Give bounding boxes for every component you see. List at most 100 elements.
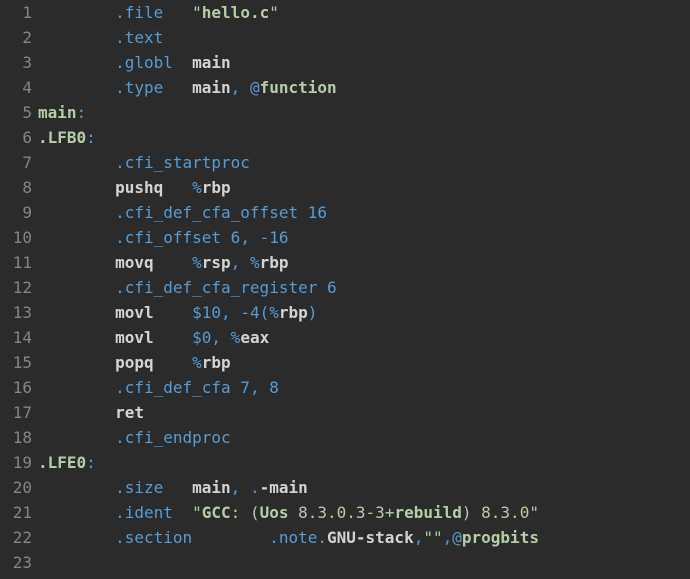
token: rbp: [202, 178, 231, 197]
token: .type: [115, 78, 163, 97]
token: 7: [240, 378, 250, 397]
token: .ident: [115, 503, 173, 522]
token: .size: [115, 478, 163, 497]
token: [163, 478, 192, 497]
code-content: .cfi_endproc: [38, 425, 690, 450]
token: -main: [260, 478, 308, 497]
token: [38, 253, 115, 272]
code-line: 17 ret: [0, 400, 690, 425]
token: ,: [231, 253, 241, 272]
token: [38, 328, 115, 347]
token: ): [308, 303, 318, 322]
token: (: [260, 303, 270, 322]
token: :: [86, 128, 96, 147]
token: .globl: [115, 53, 173, 72]
token: : (: [231, 503, 260, 522]
token: %: [192, 253, 202, 272]
code-line: 9 .cfi_def_cfa_offset 16: [0, 200, 690, 225]
token: .text: [115, 28, 163, 47]
token: [38, 228, 115, 247]
token: %: [250, 253, 260, 272]
code-content: .globl main: [38, 50, 690, 75]
token: 8.3.0.3-3+: [288, 503, 394, 522]
token: [38, 178, 115, 197]
line-number: 10: [0, 225, 38, 250]
line-number: 11: [0, 250, 38, 275]
token: .: [250, 478, 260, 497]
code-line: 23: [0, 550, 690, 575]
code-line: 1 .file "hello.c": [0, 0, 690, 25]
line-number: 13: [0, 300, 38, 325]
token: [38, 403, 115, 422]
code-line: 3 .globl main: [0, 50, 690, 75]
code-content: .type main, @function: [38, 75, 690, 100]
token: [38, 503, 115, 522]
code-line: 4 .type main, @function: [0, 75, 690, 100]
line-number: 8: [0, 175, 38, 200]
token: pushq: [115, 178, 192, 197]
token: .cfi_def_cfa_register: [115, 278, 317, 297]
code-content: .cfi_def_cfa_register 6: [38, 275, 690, 300]
token: main: [192, 78, 231, 97]
token: [38, 3, 115, 22]
line-number: 15: [0, 350, 38, 375]
token: ,: [211, 328, 221, 347]
token: [317, 278, 327, 297]
line-number: 20: [0, 475, 38, 500]
token: [163, 78, 192, 97]
code-content: ret: [38, 400, 690, 425]
token: [231, 303, 241, 322]
code-content: .cfi_offset 6, -16: [38, 225, 690, 250]
code-content: pushq %rbp: [38, 175, 690, 200]
token: .LFB0: [38, 128, 86, 147]
token: hello.c: [202, 3, 269, 22]
token: $0: [192, 328, 211, 347]
code-line: 16 .cfi_def_cfa 7, 8: [0, 375, 690, 400]
token: ": [269, 3, 279, 22]
token: .LFE0: [38, 453, 86, 472]
code-content: .cfi_def_cfa_offset 16: [38, 200, 690, 225]
token: eax: [240, 328, 269, 347]
token: popq: [115, 353, 192, 372]
token: [231, 378, 241, 397]
token: movq: [115, 253, 192, 272]
code-content: [38, 550, 690, 575]
token: [240, 478, 250, 497]
token: @: [452, 528, 462, 547]
token: Uos: [260, 503, 289, 522]
code-content: .cfi_startproc: [38, 150, 690, 175]
token: [250, 228, 260, 247]
code-line: 7 .cfi_startproc: [0, 150, 690, 175]
token: ,: [240, 228, 250, 247]
token: GNU-stack: [327, 528, 414, 547]
token: main: [38, 103, 77, 122]
token: .cfi_def_cfa: [115, 378, 231, 397]
code-line: 11 movq %rsp, %rbp: [0, 250, 690, 275]
code-content: .LFE0:: [38, 450, 690, 475]
token: [38, 478, 115, 497]
token: [192, 528, 269, 547]
line-number: 1: [0, 0, 38, 25]
token: rebuild: [394, 503, 461, 522]
code-editor: 1 .file "hello.c"2 .text 3 .globl main4 .…: [0, 0, 690, 575]
token: ,: [414, 528, 424, 547]
token: [221, 328, 231, 347]
token: main: [192, 478, 231, 497]
token: ,: [250, 378, 260, 397]
code-content: .text: [38, 25, 690, 50]
token: GCC: [202, 503, 231, 522]
token: .note: [269, 528, 317, 547]
line-number: 14: [0, 325, 38, 350]
line-number: 2: [0, 25, 38, 50]
code-content: .cfi_def_cfa 7, 8: [38, 375, 690, 400]
code-content: movl $0, %eax: [38, 325, 690, 350]
token: "": [423, 528, 442, 547]
code-content: .size main, .-main: [38, 475, 690, 500]
code-line: 19.LFE0:: [0, 450, 690, 475]
token: @: [250, 78, 260, 97]
token: $10: [192, 303, 221, 322]
code-content: popq %rbp: [38, 350, 690, 375]
line-number: 5: [0, 100, 38, 125]
token: [38, 78, 115, 97]
token: [38, 203, 115, 222]
